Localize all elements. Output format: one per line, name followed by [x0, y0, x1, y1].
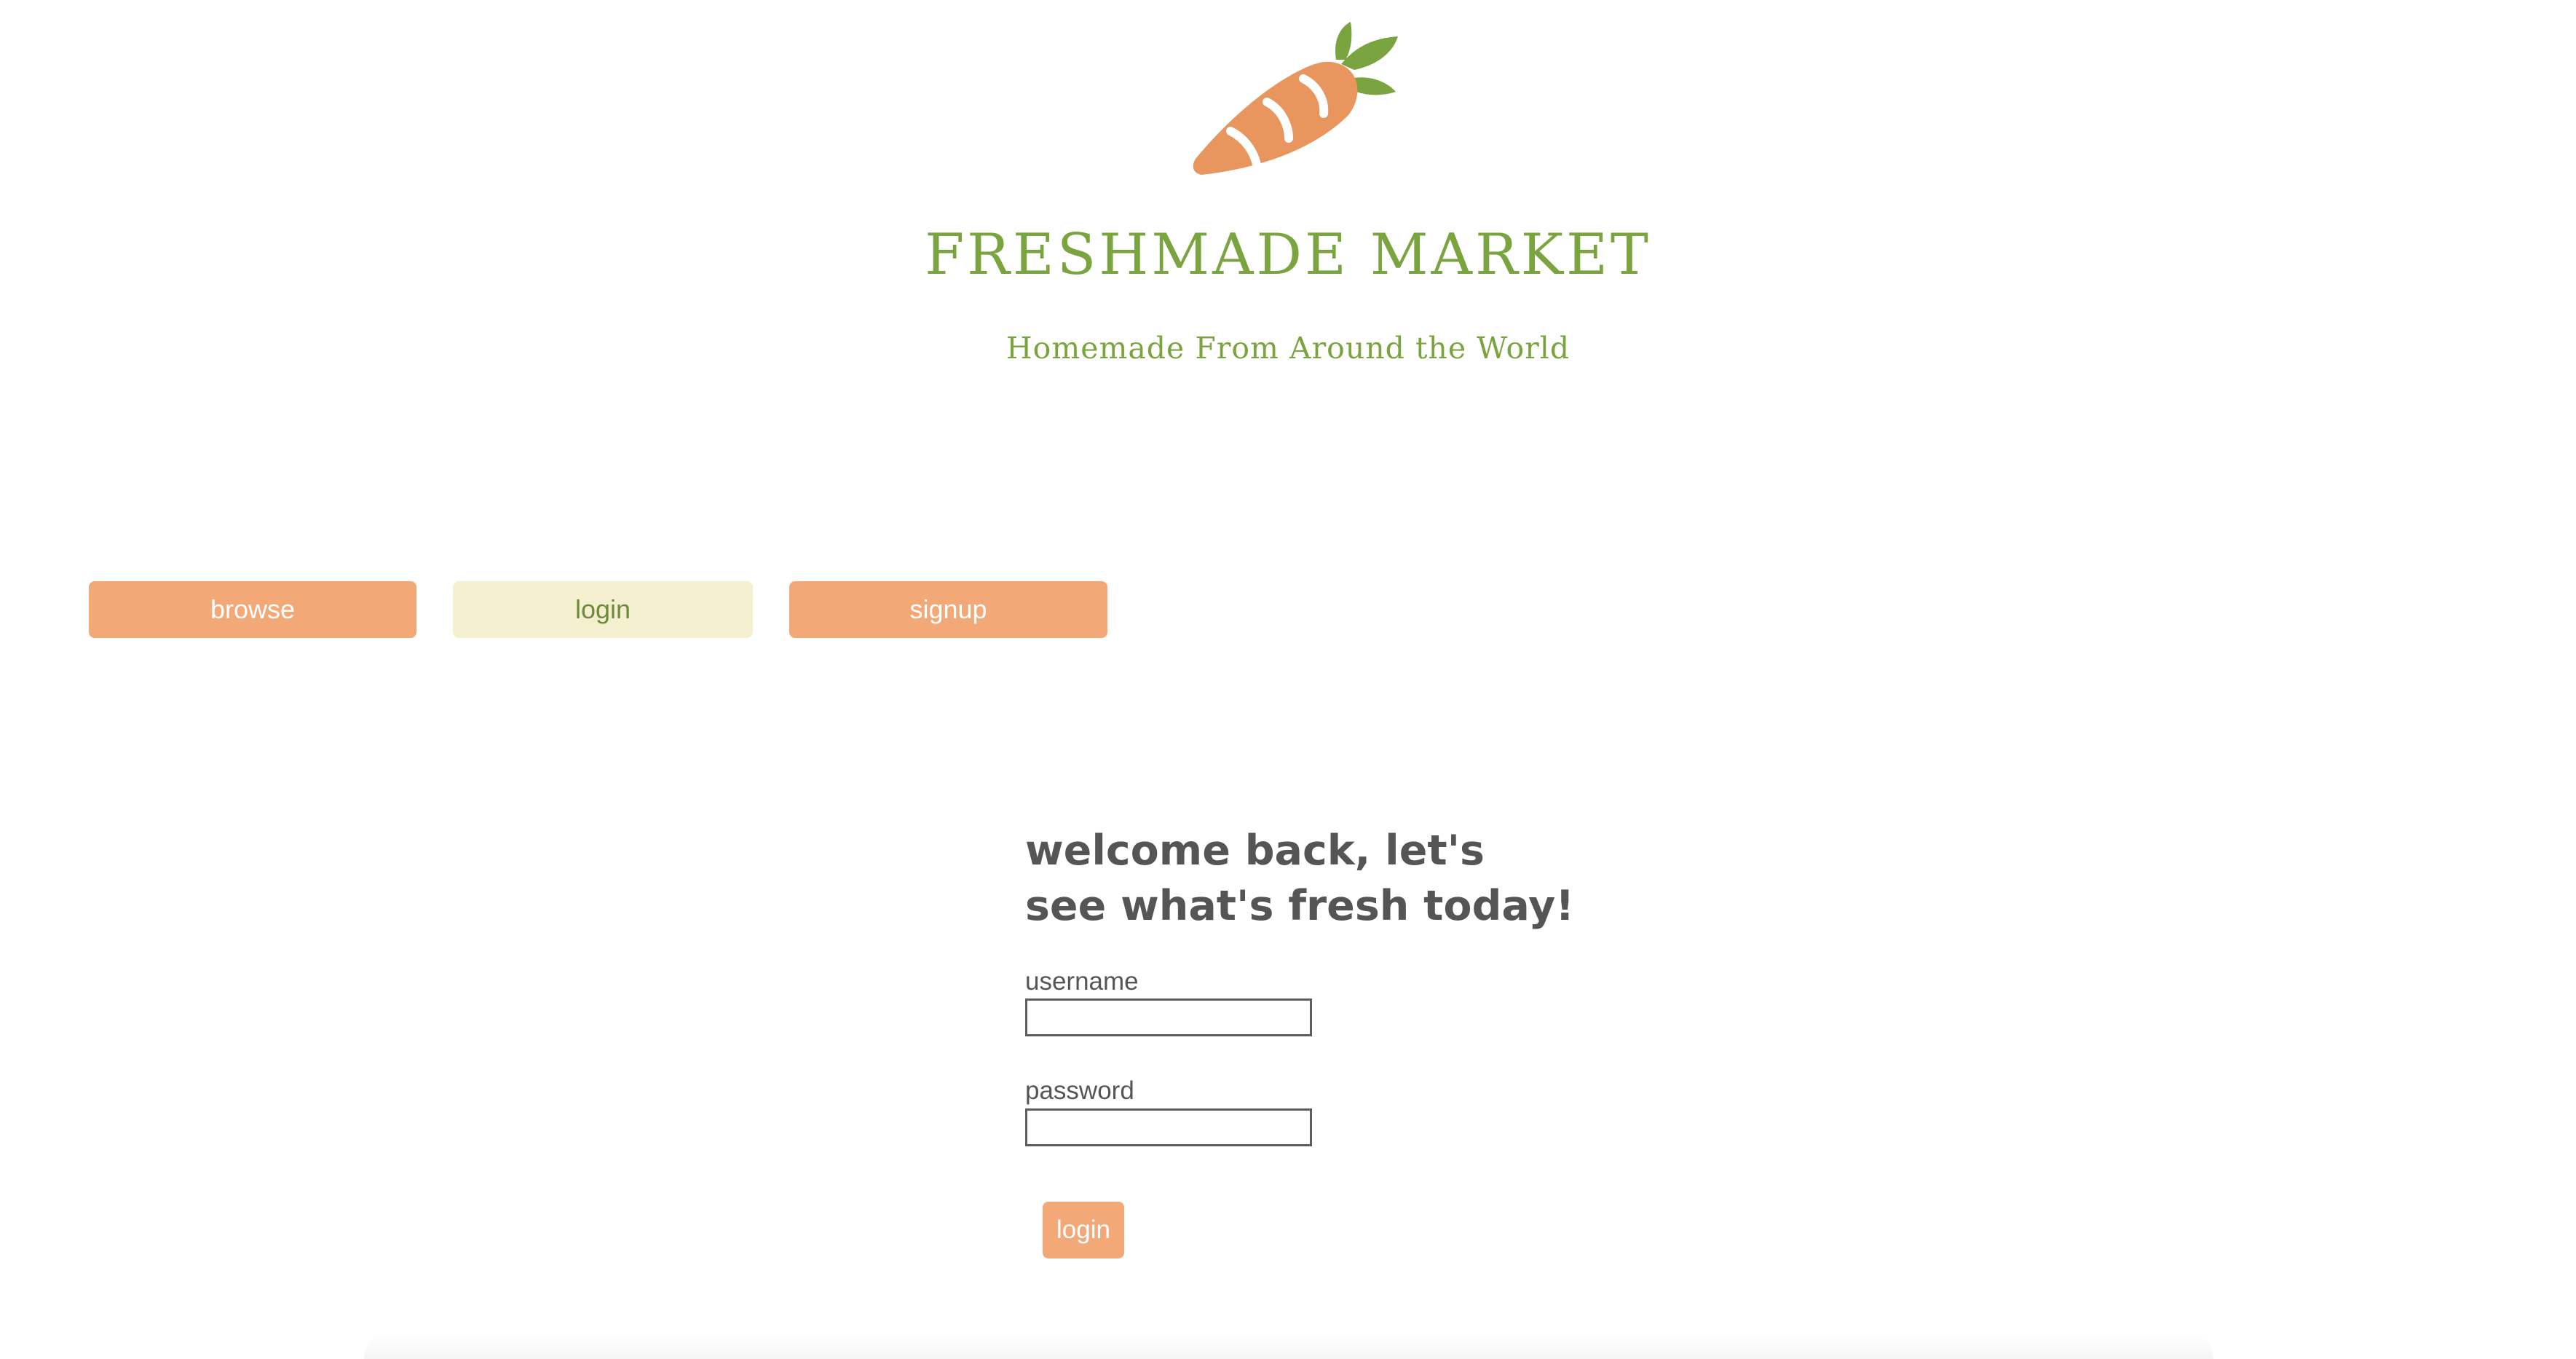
carrot-icon [1187, 22, 1405, 175]
username-label: username [1025, 967, 1139, 996]
login-submit-button[interactable]: login [1043, 1202, 1124, 1258]
site-header: FRESHMADE MARKET Homemade From Around th… [0, 0, 2576, 379]
nav-browse-button[interactable]: browse [89, 581, 416, 638]
footer-edge [364, 1333, 2213, 1359]
password-label: password [1025, 1076, 1134, 1105]
nav-login-button[interactable]: login [453, 581, 753, 638]
nav-signup-button[interactable]: signup [789, 581, 1107, 638]
username-input[interactable] [1025, 998, 1312, 1036]
site-title: FRESHMADE MARKET [925, 222, 1651, 288]
main-nav: browse login signup [0, 581, 2576, 638]
login-form: welcome back, let's see what's fresh tod… [1025, 823, 1608, 1258]
site-tagline: Homemade From Around the World [1005, 331, 1571, 366]
password-input[interactable] [1025, 1108, 1312, 1146]
login-heading: welcome back, let's see what's fresh tod… [1025, 827, 1575, 930]
